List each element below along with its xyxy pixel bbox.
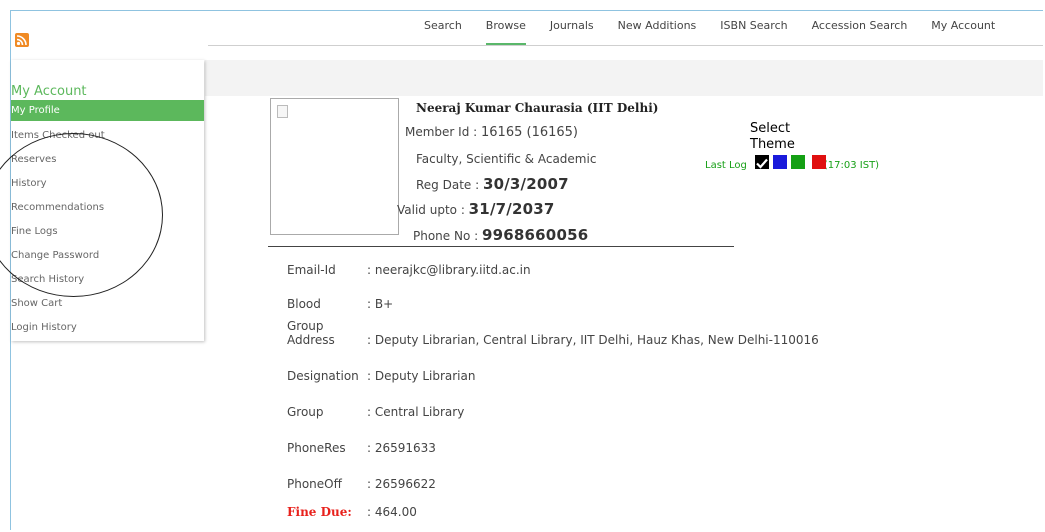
profile-divider: [268, 246, 734, 247]
select-theme-line1: Select: [750, 121, 791, 136]
sidebar-item-reserves[interactable]: Reserves: [11, 148, 204, 172]
account-sidebar: My Account My Profile Items Checked out …: [11, 60, 204, 341]
valid-upto-label: Valid upto :: [397, 203, 469, 217]
sidebar-item-recommendations[interactable]: Recommendations: [11, 196, 204, 220]
member-category: Faculty, Scientific & Academic: [416, 152, 597, 166]
detail-value: : Deputy Librarian, Central Library, IIT…: [367, 333, 819, 347]
member-id-row: Member Id : 16165 (16165): [405, 125, 578, 140]
detail-group: Group : Central Library: [287, 405, 464, 419]
detail-email: Email-Id : neerajkc@library.iitd.ac.in: [287, 263, 531, 277]
detail-label: PhoneRes: [287, 441, 346, 455]
checkmark-icon: [756, 158, 768, 169]
select-theme-label: Select Theme: [750, 121, 795, 153]
content-header-band: [205, 60, 1043, 96]
last-login-time: (17:03 IST): [823, 160, 880, 171]
detail-phone-off: PhoneOff : 26596622: [287, 477, 436, 491]
detail-designation: Designation : Deputy Librarian: [287, 369, 475, 383]
valid-upto-row: Valid upto : 31/7/2037: [397, 200, 555, 218]
reg-date-label: Reg Date :: [416, 178, 483, 192]
nav-divider: [208, 45, 1043, 46]
rss-icon[interactable]: [15, 33, 29, 47]
theme-swatch-green[interactable]: [791, 155, 805, 169]
detail-phone-res: PhoneRes : 26591633: [287, 441, 436, 455]
theme-swatch-black[interactable]: [755, 155, 769, 169]
nav-isbn-search[interactable]: ISBN Search: [708, 10, 799, 46]
sidebar-item-my-profile[interactable]: My Profile: [11, 100, 204, 121]
fine-due-label: Fine Due:: [287, 505, 352, 519]
detail-label: Group: [287, 319, 324, 333]
broken-image-icon: [277, 105, 288, 118]
valid-upto-value: 31/7/2037: [468, 200, 555, 218]
detail-label: Designation: [287, 369, 359, 383]
select-theme-line2: Theme: [750, 137, 795, 152]
detail-value: : Deputy Librarian: [367, 369, 476, 383]
sidebar-item-search-history[interactable]: Search History: [11, 268, 204, 292]
nav-search[interactable]: Search: [412, 10, 474, 46]
theme-swatch-blue[interactable]: [773, 155, 787, 169]
detail-label: Email-Id: [287, 263, 336, 277]
detail-address: Group Address : Deputy Librarian, Centra…: [287, 319, 819, 347]
detail-label: PhoneOff: [287, 477, 342, 491]
theme-swatch-red[interactable]: [812, 155, 826, 169]
nav-journals[interactable]: Journals: [538, 10, 606, 46]
member-id-label: Member Id :: [405, 125, 482, 139]
last-login-prefix: Last Log: [705, 160, 747, 171]
category-row: Faculty, Scientific & Academic: [416, 152, 596, 166]
nav-my-account[interactable]: My Account: [919, 10, 1007, 46]
reg-date-value: 30/3/2007: [482, 175, 569, 193]
top-navigation: Search Browse Journals New Additions ISB…: [412, 10, 1007, 46]
sidebar-item-show-cart[interactable]: Show Cart: [11, 292, 204, 316]
detail-value: : B+: [367, 297, 394, 311]
phone-row: Phone No : 9968660056: [413, 226, 588, 244]
sidebar-item-history[interactable]: History: [11, 172, 204, 196]
sidebar-title: My Account: [11, 84, 87, 99]
fine-due-value: : 464.00: [367, 505, 417, 519]
phone-label: Phone No :: [413, 229, 482, 243]
detail-label: Blood: [287, 297, 321, 311]
phone-value: 9968660056: [481, 226, 589, 244]
nav-new-additions[interactable]: New Additions: [606, 10, 709, 46]
detail-blood: Blood : B+: [287, 297, 393, 311]
sidebar-item-items-checked-out[interactable]: Items Checked out: [11, 124, 204, 148]
member-id-value: 16165 (16165): [481, 125, 579, 140]
detail-value: : 26596622: [367, 477, 436, 491]
reg-date-row: Reg Date : 30/3/2007: [416, 175, 569, 193]
detail-value: : 26591633: [367, 441, 436, 455]
nav-accession-search[interactable]: Accession Search: [800, 10, 920, 46]
detail-fine-due: Fine Due: : 464.00: [287, 505, 417, 519]
profile-name: Neeraj Kumar Chaurasia (IIT Delhi): [416, 101, 659, 115]
detail-label-2: Address: [287, 333, 335, 347]
nav-browse[interactable]: Browse: [474, 10, 538, 46]
sidebar-item-change-password[interactable]: Change Password: [11, 244, 204, 268]
sidebar-item-login-history[interactable]: Login History: [11, 316, 204, 340]
profile-photo: [270, 98, 399, 235]
detail-value: : neerajkc@library.iitd.ac.in: [367, 263, 531, 277]
detail-value: : Central Library: [367, 405, 465, 419]
detail-label: Group: [287, 405, 324, 419]
sidebar-item-fine-logs[interactable]: Fine Logs: [11, 220, 204, 244]
